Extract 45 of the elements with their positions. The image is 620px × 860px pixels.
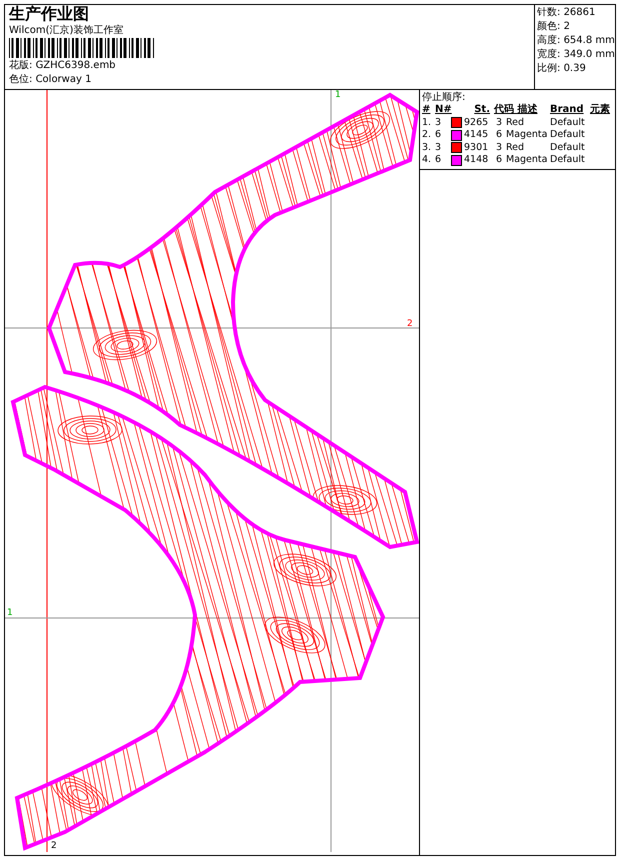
table-cell-text: 6 (435, 129, 442, 142)
barcode-icon (9, 38, 154, 58)
table-cell-text: Default (550, 129, 586, 142)
column-header: Brand (550, 104, 585, 116)
design-file: 花版: GZHC6398.emb (9, 59, 117, 72)
table-cell-text: 3. (422, 142, 432, 154)
stat-line: 比例: 0.39 (537, 62, 587, 75)
table-cell-text: 6 (435, 154, 442, 166)
table-cell-text: 4. (422, 154, 432, 166)
table-cell-text: Default (550, 116, 586, 129)
studio-name: Wilcom(汇京)装饰工作室 (9, 24, 124, 37)
column-header: St. (473, 104, 491, 116)
table-cell-text: 3 (435, 116, 442, 129)
table-cell-text: Default (550, 154, 586, 166)
table-cell-text: Magenta (506, 129, 548, 142)
table-cell-text: 6 (494, 154, 503, 166)
table-cell-text: Magenta (506, 154, 548, 166)
table-cell-text: 6 (494, 129, 503, 142)
table-cell-text: Red (506, 116, 526, 129)
stat-line: 针数: 26861 (537, 6, 596, 19)
table-cell-text: Red (506, 142, 526, 154)
column-header: 代码 描述 (492, 104, 538, 116)
sheet-title: 生产作业图 (9, 5, 90, 23)
stat-line: 高度: 654.8 mm (537, 34, 613, 47)
axis-label: 2 (51, 841, 57, 851)
table-cell-text: 3 (494, 116, 503, 129)
table-cell-text: 9301 (464, 142, 490, 154)
column-header: 元素 (590, 104, 611, 116)
axis-label: 2 (407, 319, 413, 329)
table-cell-text: 1. (422, 116, 432, 129)
table-cell-text: Default (550, 142, 586, 154)
column-header: N# (435, 104, 451, 116)
table-cell-text: 9265 (464, 116, 490, 129)
stat-line: 宽度: 349.0 mm (537, 48, 613, 61)
colorway: 色位: Colorway 1 (9, 73, 92, 86)
column-header: # (422, 104, 432, 116)
table-cell-text: 4148 (464, 154, 490, 166)
table-cell-text: 2. (422, 129, 432, 142)
axis-label: 1 (7, 608, 13, 618)
stop-sequence-title: 停止顺序: (422, 91, 466, 104)
table-cell-text: 3 (494, 142, 503, 154)
table-cell-text: 4145 (464, 129, 490, 142)
axis-label: 1 (335, 90, 341, 100)
table-cell-text: 3 (435, 142, 442, 154)
stat-line: 颜色: 2 (537, 20, 571, 33)
